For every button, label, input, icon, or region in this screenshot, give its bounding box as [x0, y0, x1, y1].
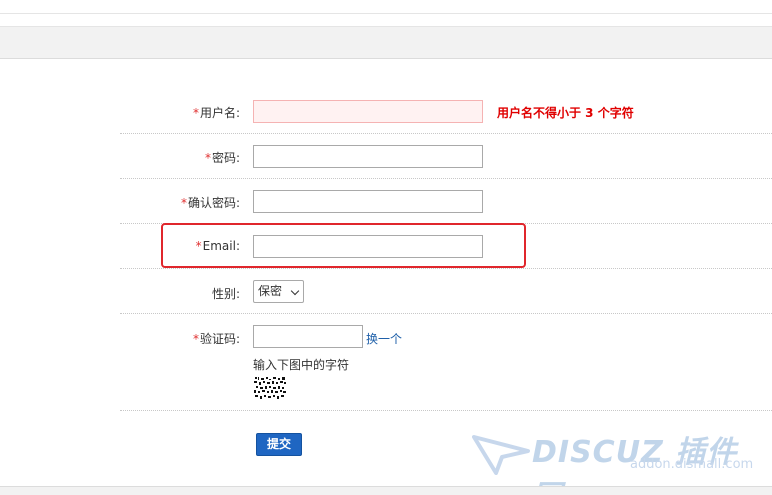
captcha-hint: 输入下图中的字符: [253, 358, 350, 372]
password-label: *密码:: [205, 149, 240, 166]
gender-row: 性别: 保密: [120, 269, 772, 314]
bottom-border: [0, 486, 772, 495]
cursor-arrow-icon: [472, 435, 530, 475]
required-mark: *: [192, 106, 199, 120]
gender-select[interactable]: 保密: [253, 280, 304, 303]
top-border: [0, 0, 772, 14]
username-input[interactable]: [253, 100, 483, 123]
confirm-password-row: *确认密码:: [120, 179, 772, 224]
chevron-down-icon: [290, 286, 300, 296]
captcha-row: *验证码: 换一个 输入下图中的字符: [120, 314, 772, 411]
captcha-input[interactable]: [253, 325, 363, 348]
confirm-password-label: *确认密码:: [181, 194, 240, 211]
refresh-captcha-link[interactable]: 换一个: [366, 330, 402, 347]
email-highlight-box: [161, 223, 526, 268]
confirm-password-label-text: 确认密码:: [187, 196, 240, 210]
captcha-label-text: 验证码:: [199, 332, 240, 346]
username-row: *用户名: 用户名不得小于 3 个字符: [120, 86, 772, 134]
confirm-password-input[interactable]: [253, 190, 483, 213]
password-row: *密码:: [120, 134, 772, 179]
required-mark: *: [180, 196, 187, 210]
gender-label: 性别:: [211, 287, 240, 301]
username-label-text: 用户名:: [199, 106, 240, 120]
password-input[interactable]: [253, 145, 483, 168]
title-bar: [0, 26, 772, 59]
username-label: *用户名:: [193, 104, 240, 121]
submit-button[interactable]: 提交: [256, 433, 302, 456]
watermark-url: addon.dismall.com: [630, 457, 754, 472]
gender-selected-value: 保密: [258, 284, 283, 298]
captcha-label: *验证码:: [193, 330, 240, 347]
watermark: DISCUZ 插件网 addon.dismall.com: [472, 425, 762, 495]
captcha-image[interactable]: [254, 376, 286, 400]
username-error-message: 用户名不得小于 3 个字符: [497, 106, 634, 120]
required-mark: *: [192, 332, 199, 346]
password-label-text: 密码:: [211, 151, 240, 165]
required-mark: *: [204, 151, 211, 165]
